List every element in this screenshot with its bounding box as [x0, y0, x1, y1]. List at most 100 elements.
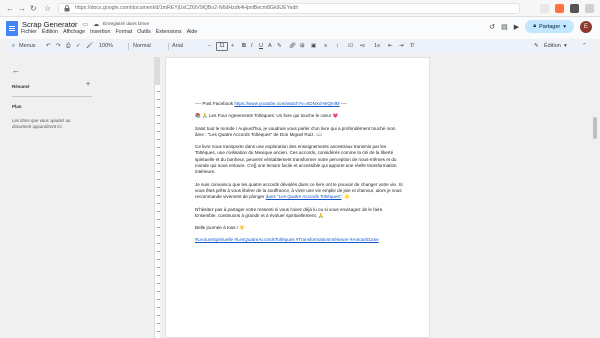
ruler-tick — [157, 147, 160, 148]
numbered-list-icon[interactable]: 1≡ — [374, 43, 380, 49]
back-icon[interactable]: ← — [6, 4, 14, 13]
forward-icon[interactable]: → — [18, 4, 26, 13]
bookmark-icon[interactable]: ☆ — [44, 4, 51, 13]
saved-status: Enregistré dans Drive — [103, 22, 150, 27]
chevron-down-icon[interactable]: ▾ — [564, 43, 567, 49]
add-summary-icon[interactable]: + — [86, 81, 90, 88]
editing-mode-select[interactable]: Édition — [544, 43, 561, 49]
style-select[interactable]: Normal — [133, 43, 151, 49]
ruler-tick — [157, 179, 160, 180]
clear-format-icon[interactable]: T̸ — [410, 43, 413, 49]
history-icon[interactable]: ↺ — [489, 23, 495, 31]
address-bar[interactable]: https://docs.google.com/document/d/1mREY… — [58, 3, 520, 14]
share-label: Partager — [539, 23, 561, 30]
undo-icon[interactable]: ↶ — [46, 43, 51, 49]
ruler-tick — [157, 219, 160, 220]
youtube-link[interactable]: https://www.youtube.com/watch?v=SDNXd-WQ… — [234, 101, 339, 106]
greeting-paragraph: Belle journée à tous ! ☀️ — [195, 225, 246, 231]
share-paragraph: N'hésitez pas à partager votre ressenti … — [195, 206, 384, 218]
menu-view[interactable]: Affichage — [63, 29, 85, 35]
checklist-icon[interactable]: ☑ — [348, 43, 353, 49]
book-link[interactable]: dans "Les Quatre Accords Toltèques" — [266, 194, 342, 199]
document-body[interactable]: ---- Post Facebook https://www.youtube.c… — [195, 101, 405, 250]
menu-insert[interactable]: Insertion — [90, 29, 110, 35]
ruler-tick — [157, 211, 160, 212]
bulleted-list-icon[interactable]: •≡ — [360, 43, 365, 49]
ruler-tick — [157, 91, 160, 92]
underline-icon[interactable]: U — [259, 43, 263, 49]
ruler-tick — [157, 315, 160, 316]
formatting-toolbar: ⌕ Menus ↶ ↷ ⎙ ✓ 🖌︎ 100% Normal Arial − 1… — [6, 40, 594, 53]
link-icon[interactable]: 🔗︎ — [289, 43, 296, 49]
star-icon[interactable]: ☆ — [72, 21, 77, 28]
cloud-saved-icon[interactable]: ☁ — [93, 21, 99, 28]
toolbar-divider — [168, 43, 169, 50]
menu-format[interactable]: Format — [115, 29, 132, 35]
extension-orange-icon[interactable] — [555, 3, 564, 13]
increase-font-icon[interactable]: + — [231, 43, 234, 49]
text-color-icon[interactable]: A — [268, 43, 272, 49]
bold-icon[interactable]: B — [242, 43, 246, 49]
zoom-select[interactable]: 100% — [99, 43, 113, 49]
video-call-icon[interactable]: ▶ — [514, 23, 519, 31]
summary-label: Résumé — [12, 84, 30, 89]
menu-tools[interactable]: Outils — [137, 29, 151, 35]
lock-icon: 🔒︎ — [533, 23, 537, 29]
extensions-icon[interactable] — [540, 3, 549, 13]
menu-extensions[interactable]: Extensions — [156, 29, 182, 35]
document-title[interactable]: Scrap Generator — [22, 20, 77, 29]
align-icon[interactable]: ≡ — [324, 43, 327, 49]
chevron-down-icon: ▾ — [563, 23, 566, 30]
menu-help[interactable]: Aide — [187, 29, 198, 35]
ruler-tick — [157, 235, 160, 236]
scrollbar[interactable] — [592, 57, 598, 338]
indent-decrease-icon[interactable]: ⇤ — [388, 43, 393, 49]
ruler-tick — [157, 307, 160, 308]
search-icon[interactable]: ⌕ — [12, 43, 15, 50]
lock-icon — [64, 5, 70, 12]
ruler-tick — [157, 131, 160, 132]
ruler-tick — [157, 195, 160, 196]
menu-icon[interactable] — [585, 3, 594, 13]
paint-format-icon[interactable]: 🖌︎ — [86, 43, 93, 49]
italic-icon[interactable]: I — [251, 43, 253, 49]
scrollbar-thumb[interactable] — [593, 117, 597, 139]
extension-dark-icon[interactable] — [570, 3, 579, 13]
move-folder-icon[interactable]: ▭ — [82, 21, 88, 28]
document-outline-panel: ← Résumé + Plan Les titres que vous ajou… — [0, 54, 164, 338]
comment-icon[interactable]: ▤ — [501, 23, 508, 31]
post-title-paragraph: 📚 🙏 Les Four Agreements Toltèques: Un li… — [195, 113, 339, 119]
ruler-tick — [157, 243, 160, 244]
redo-icon[interactable]: ↷ — [56, 43, 61, 49]
close-outline-icon[interactable]: ← — [12, 66, 20, 75]
avatar[interactable]: E — [580, 20, 592, 33]
reload-icon[interactable]: ↻ — [30, 4, 37, 13]
menu-edit[interactable]: Édition — [42, 29, 58, 35]
font-size-input[interactable]: 11 — [216, 42, 228, 51]
collapse-toolbar-icon[interactable]: ⌃ — [582, 43, 587, 49]
editing-mode-icon[interactable]: ✎ — [534, 43, 539, 49]
docs-logo-icon[interactable] — [6, 21, 18, 36]
comment-add-icon[interactable]: ⊞ — [300, 43, 305, 49]
share-button[interactable]: 🔒︎ Partager ▾ — [525, 20, 574, 33]
ruler-tick — [157, 163, 160, 164]
hashtags-line[interactable]: #LectureSpirituelle #LesQuatreAccordsTol… — [195, 237, 405, 243]
ruler-tick — [157, 227, 160, 228]
ruler-tick — [157, 331, 160, 332]
outline-hint: Les titres que vous ajoutez au document … — [12, 118, 71, 129]
ruler-tick — [157, 259, 160, 260]
ruler-tick — [157, 115, 160, 116]
menu-file[interactable]: Fichier — [21, 29, 37, 35]
print-icon[interactable]: ⎙ — [66, 43, 70, 50]
spellcheck-icon[interactable]: ✓ — [76, 43, 81, 49]
search-menus-input[interactable]: Menus — [19, 43, 36, 49]
description-paragraph: Ce livre nous transporte dans une explor… — [195, 144, 397, 175]
ruler-tick — [157, 323, 160, 324]
indent-increase-icon[interactable]: ⇥ — [399, 43, 404, 49]
highlight-icon[interactable]: ✎ — [277, 43, 282, 49]
vertical-ruler[interactable] — [154, 57, 160, 338]
image-icon[interactable]: ▣ — [311, 43, 316, 49]
font-select[interactable]: Arial — [172, 43, 183, 49]
decrease-font-icon[interactable]: − — [208, 43, 211, 49]
line-spacing-icon[interactable]: ↕ — [336, 43, 339, 49]
